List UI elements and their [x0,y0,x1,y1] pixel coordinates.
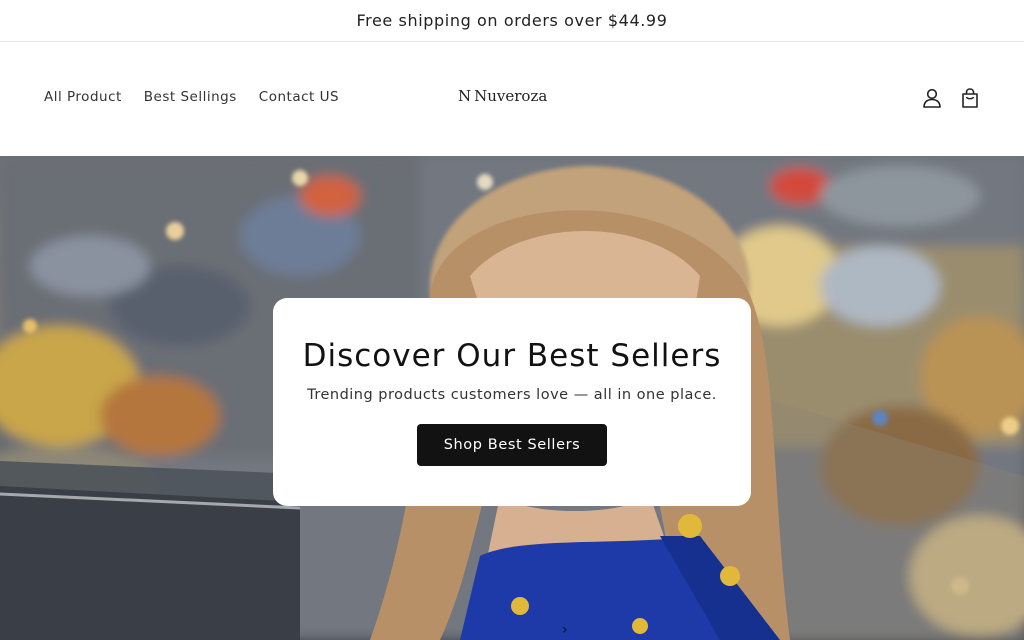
nav-link-contact-us[interactable]: Contact US [259,89,339,105]
hero-subtitle: Trending products customers love — all i… [307,387,717,403]
logo-mark: N [458,87,471,105]
brand-logo[interactable]: N Nuveroza [458,87,547,105]
announcement-bar: Free shipping on orders over $44.99 [0,0,1024,42]
hero-card: Discover Our Best Sellers Trending produ… [273,298,751,506]
header-icons [922,87,980,109]
site-header: All Product Best Sellings Contact US N N… [0,43,1024,156]
main-nav: All Product Best Sellings Contact US [44,89,339,105]
chevron-right-icon[interactable]: › [562,622,568,638]
brand-name: Nuveroza [474,87,548,105]
nav-link-all-product[interactable]: All Product [44,89,122,105]
nav-link-best-sellings[interactable]: Best Sellings [144,89,237,105]
cart-icon[interactable] [960,87,980,109]
hero-banner: Discover Our Best Sellers Trending produ… [0,156,1024,640]
announcement-text: Free shipping on orders over $44.99 [356,11,668,30]
hero-title: Discover Our Best Sellers [302,338,722,374]
account-icon[interactable] [922,87,942,109]
shop-best-sellers-button[interactable]: Shop Best Sellers [417,424,607,466]
